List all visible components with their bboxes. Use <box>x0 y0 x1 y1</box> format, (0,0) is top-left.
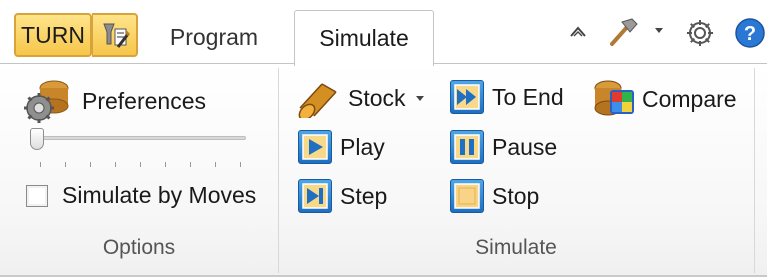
stop-icon <box>450 179 484 213</box>
stock-button[interactable]: Stock <box>292 78 426 118</box>
preferences-gear-cylinder-icon <box>24 78 74 124</box>
play-label: Play <box>340 133 385 160</box>
stop-button[interactable]: Stop <box>450 179 539 213</box>
simulation-speed-slider-track[interactable] <box>36 136 246 140</box>
simulation-speed-slider-thumb[interactable] <box>30 128 44 150</box>
to-end-button[interactable]: To End <box>450 80 564 114</box>
slider-tick <box>240 162 241 167</box>
settings-gear-icon[interactable] <box>684 17 716 49</box>
options-group-label: Options <box>102 236 176 259</box>
group-separator <box>754 68 755 273</box>
stock-label: Stock <box>348 84 406 111</box>
pause-label: Pause <box>492 133 558 160</box>
ribbon-tab-bar: TURN Program Simulate ? <box>0 0 767 66</box>
step-label: Step <box>340 182 388 209</box>
fast-forward-icon <box>450 80 484 114</box>
simulate-by-moves-label: Simulate by Moves <box>62 182 257 208</box>
compare-icon <box>590 78 638 120</box>
checkbox-box[interactable] <box>26 184 48 207</box>
ribbon-panel: Preferences Simulate by Moves Options St… <box>0 64 767 277</box>
help-icon[interactable]: ? <box>734 17 766 49</box>
simulate-group-label: Simulate <box>475 236 557 259</box>
preferences-button[interactable]: Preferences <box>24 78 206 124</box>
dropdown-arrow-icon[interactable] <box>653 24 665 36</box>
step-button[interactable]: Step <box>298 179 387 213</box>
simulate-by-moves-checkbox[interactable]: Simulate by Moves <box>26 182 256 209</box>
pause-button[interactable]: Pause <box>450 130 557 164</box>
slider-tick <box>115 162 116 167</box>
stock-cylinder-icon <box>292 78 340 118</box>
svg-text:?: ? <box>744 23 756 45</box>
machine-config-icon <box>100 20 130 50</box>
compare-button[interactable]: Compare <box>590 78 737 120</box>
slider-tick <box>140 162 141 167</box>
tab-program[interactable]: Program <box>148 10 280 64</box>
slider-tick <box>40 162 41 167</box>
turn-mode-button[interactable]: TURN <box>14 13 92 57</box>
slider-tick <box>90 162 91 167</box>
collapse-ribbon-icon[interactable] <box>568 22 588 42</box>
compare-label: Compare <box>642 85 737 112</box>
slider-tick <box>65 162 66 167</box>
slider-tick <box>165 162 166 167</box>
preferences-label: Preferences <box>82 87 207 114</box>
play-icon <box>298 130 332 164</box>
step-icon <box>298 179 332 213</box>
pause-icon <box>450 130 484 164</box>
stock-dropdown-arrow-icon[interactable] <box>414 92 426 104</box>
slider-tick <box>190 162 191 167</box>
play-button[interactable]: Play <box>298 130 385 164</box>
to-end-label: To End <box>492 83 564 110</box>
hammer-icon[interactable] <box>606 16 640 48</box>
tab-simulate[interactable]: Simulate <box>294 10 434 66</box>
slider-tick <box>215 162 216 167</box>
stop-label: Stop <box>492 182 540 209</box>
machine-config-button[interactable] <box>92 13 138 57</box>
